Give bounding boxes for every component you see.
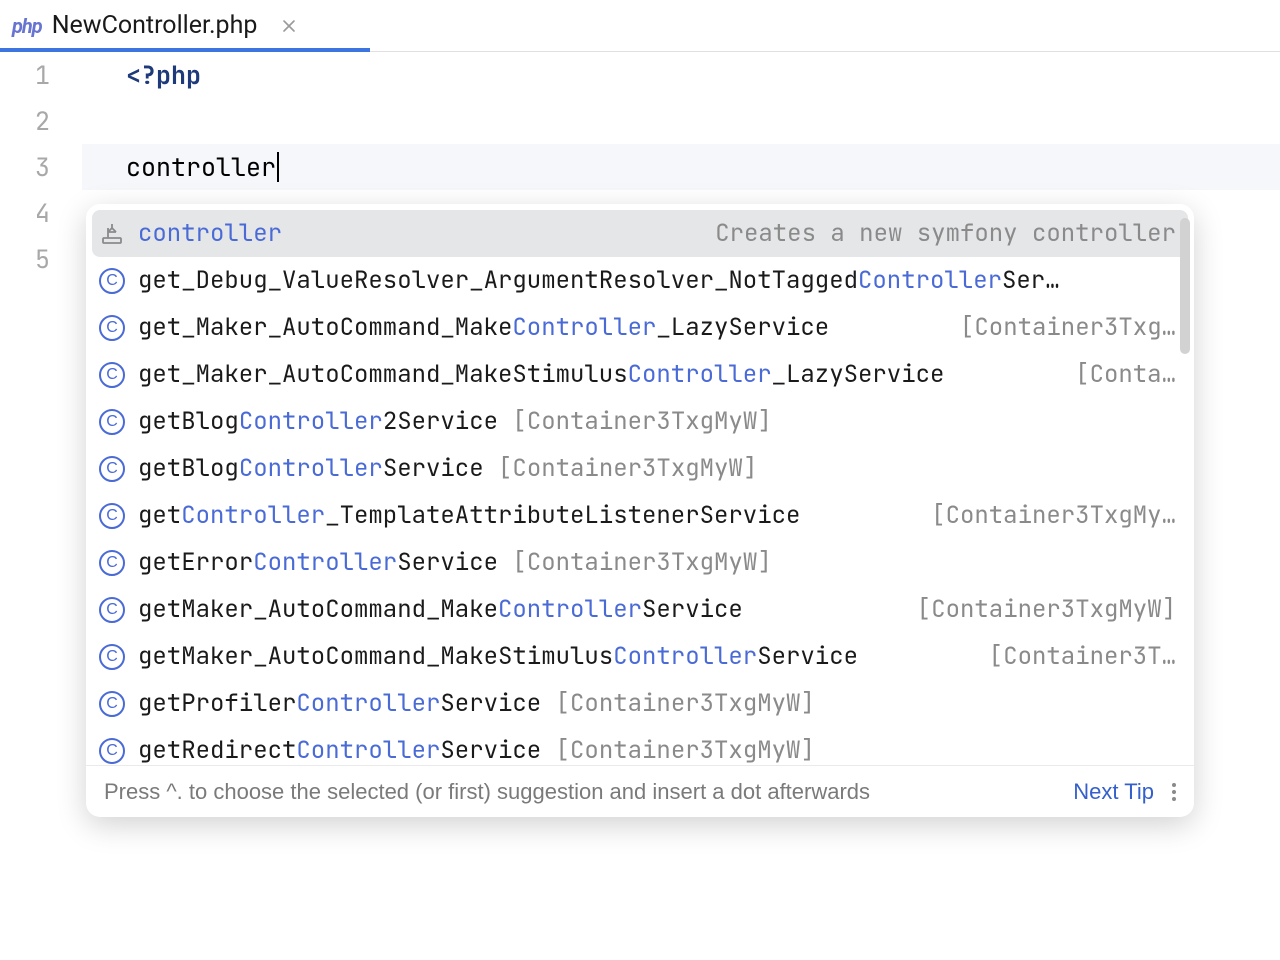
- line-number: 1: [0, 52, 50, 98]
- completion-item[interactable]: Cget_Maker_AutoCommand_MakeController_La…: [86, 304, 1194, 351]
- completion-item-hint: [Container3TxgMyW]: [917, 594, 1176, 625]
- completion-item[interactable]: CgetBlogControllerService [Container3Txg…: [86, 445, 1194, 492]
- completion-item-label: getMaker_AutoCommand_MakeControllerServi…: [138, 594, 905, 625]
- tab-bar: php NewController.php: [0, 0, 1280, 52]
- completion-popup: controller Creates a new symfony controll…: [86, 204, 1194, 817]
- tab-title: NewController.php: [52, 11, 258, 40]
- code-line: [82, 98, 1280, 144]
- completion-item[interactable]: CgetProfilerControllerService [Container…: [86, 680, 1194, 727]
- completion-item[interactable]: CgetMaker_AutoCommand_MakeStimulusContro…: [86, 633, 1194, 680]
- line-number: 5: [0, 236, 50, 282]
- class-icon: C: [98, 361, 126, 389]
- completion-item-hint: [Container3T…: [989, 641, 1176, 672]
- class-icon: C: [98, 314, 126, 342]
- completion-item-label: controller: [138, 218, 703, 249]
- completion-item-hint: [Container3Txg…: [960, 312, 1176, 343]
- footer-hint-text: Press ^. to choose the selected (or firs…: [104, 779, 1055, 805]
- class-icon: C: [98, 596, 126, 624]
- completion-item-label: get_Maker_AutoCommand_MakeStimulusContro…: [138, 359, 1063, 390]
- live-template-icon: [98, 220, 126, 248]
- completion-item-hint: [Container3TxgMy…: [931, 500, 1176, 531]
- line-number: 2: [0, 98, 50, 144]
- completion-item[interactable]: CgetMaker_AutoCommand_MakeControllerServ…: [86, 586, 1194, 633]
- scrollbar-thumb[interactable]: [1180, 218, 1190, 354]
- completion-item-hint: Creates a new symfony controller: [715, 218, 1176, 249]
- completion-item-label: getProfilerControllerService [Container3…: [138, 688, 1176, 719]
- class-icon: C: [98, 549, 126, 577]
- completion-item[interactable]: controller Creates a new symfony controll…: [92, 210, 1188, 257]
- completion-item[interactable]: Cget_Maker_AutoCommand_MakeStimulusContr…: [86, 351, 1194, 398]
- close-icon[interactable]: [281, 18, 297, 34]
- file-tab[interactable]: php NewController.php: [0, 0, 317, 51]
- completion-item[interactable]: CgetErrorControllerService [Container3Tx…: [86, 539, 1194, 586]
- completion-item-hint: [Conta…: [1075, 359, 1176, 390]
- class-icon: C: [98, 455, 126, 483]
- php-file-icon: php: [12, 14, 42, 38]
- class-icon: C: [98, 643, 126, 671]
- code-line: <?php: [82, 52, 1280, 98]
- text-caret: [277, 152, 279, 182]
- completion-item[interactable]: CgetBlogController2Service [Container3Tx…: [86, 398, 1194, 445]
- completion-list[interactable]: controller Creates a new symfony controll…: [86, 210, 1194, 765]
- completion-item[interactable]: CgetController_TemplateAttributeListener…: [86, 492, 1194, 539]
- completion-item-label: get_Debug_ValueResolver_ArgumentResolver…: [138, 265, 1176, 296]
- class-icon: C: [98, 408, 126, 436]
- code-line-active: controller: [82, 144, 1280, 190]
- completion-item-label: getBlogControllerService [Container3TxgM…: [138, 453, 1176, 484]
- next-tip-link[interactable]: Next Tip: [1073, 779, 1154, 805]
- class-icon: C: [98, 737, 126, 765]
- class-icon: C: [98, 502, 126, 530]
- more-options-icon[interactable]: [1172, 783, 1176, 801]
- completion-item-label: getController_TemplateAttributeListenerS…: [138, 500, 919, 531]
- class-icon: C: [98, 690, 126, 718]
- completion-item-label: getBlogController2Service [Container3Txg…: [138, 406, 1176, 437]
- line-number: 4: [0, 190, 50, 236]
- line-number: 3: [0, 144, 50, 190]
- completion-item[interactable]: CgetRedirectControllerService [Container…: [86, 727, 1194, 765]
- class-icon: C: [98, 267, 126, 295]
- completion-item-label: getErrorControllerService [Container3Txg…: [138, 547, 1176, 578]
- completion-item-label: getRedirectControllerService [Container3…: [138, 735, 1176, 765]
- line-number-gutter: 1 2 3 4 5: [0, 52, 82, 282]
- popup-footer: Press ^. to choose the selected (or firs…: [86, 765, 1194, 817]
- completion-item-label: getMaker_AutoCommand_MakeStimulusControl…: [138, 641, 977, 672]
- completion-item[interactable]: Cget_Debug_ValueResolver_ArgumentResolve…: [86, 257, 1194, 304]
- completion-item-label: get_Maker_AutoCommand_MakeController_Laz…: [138, 312, 948, 343]
